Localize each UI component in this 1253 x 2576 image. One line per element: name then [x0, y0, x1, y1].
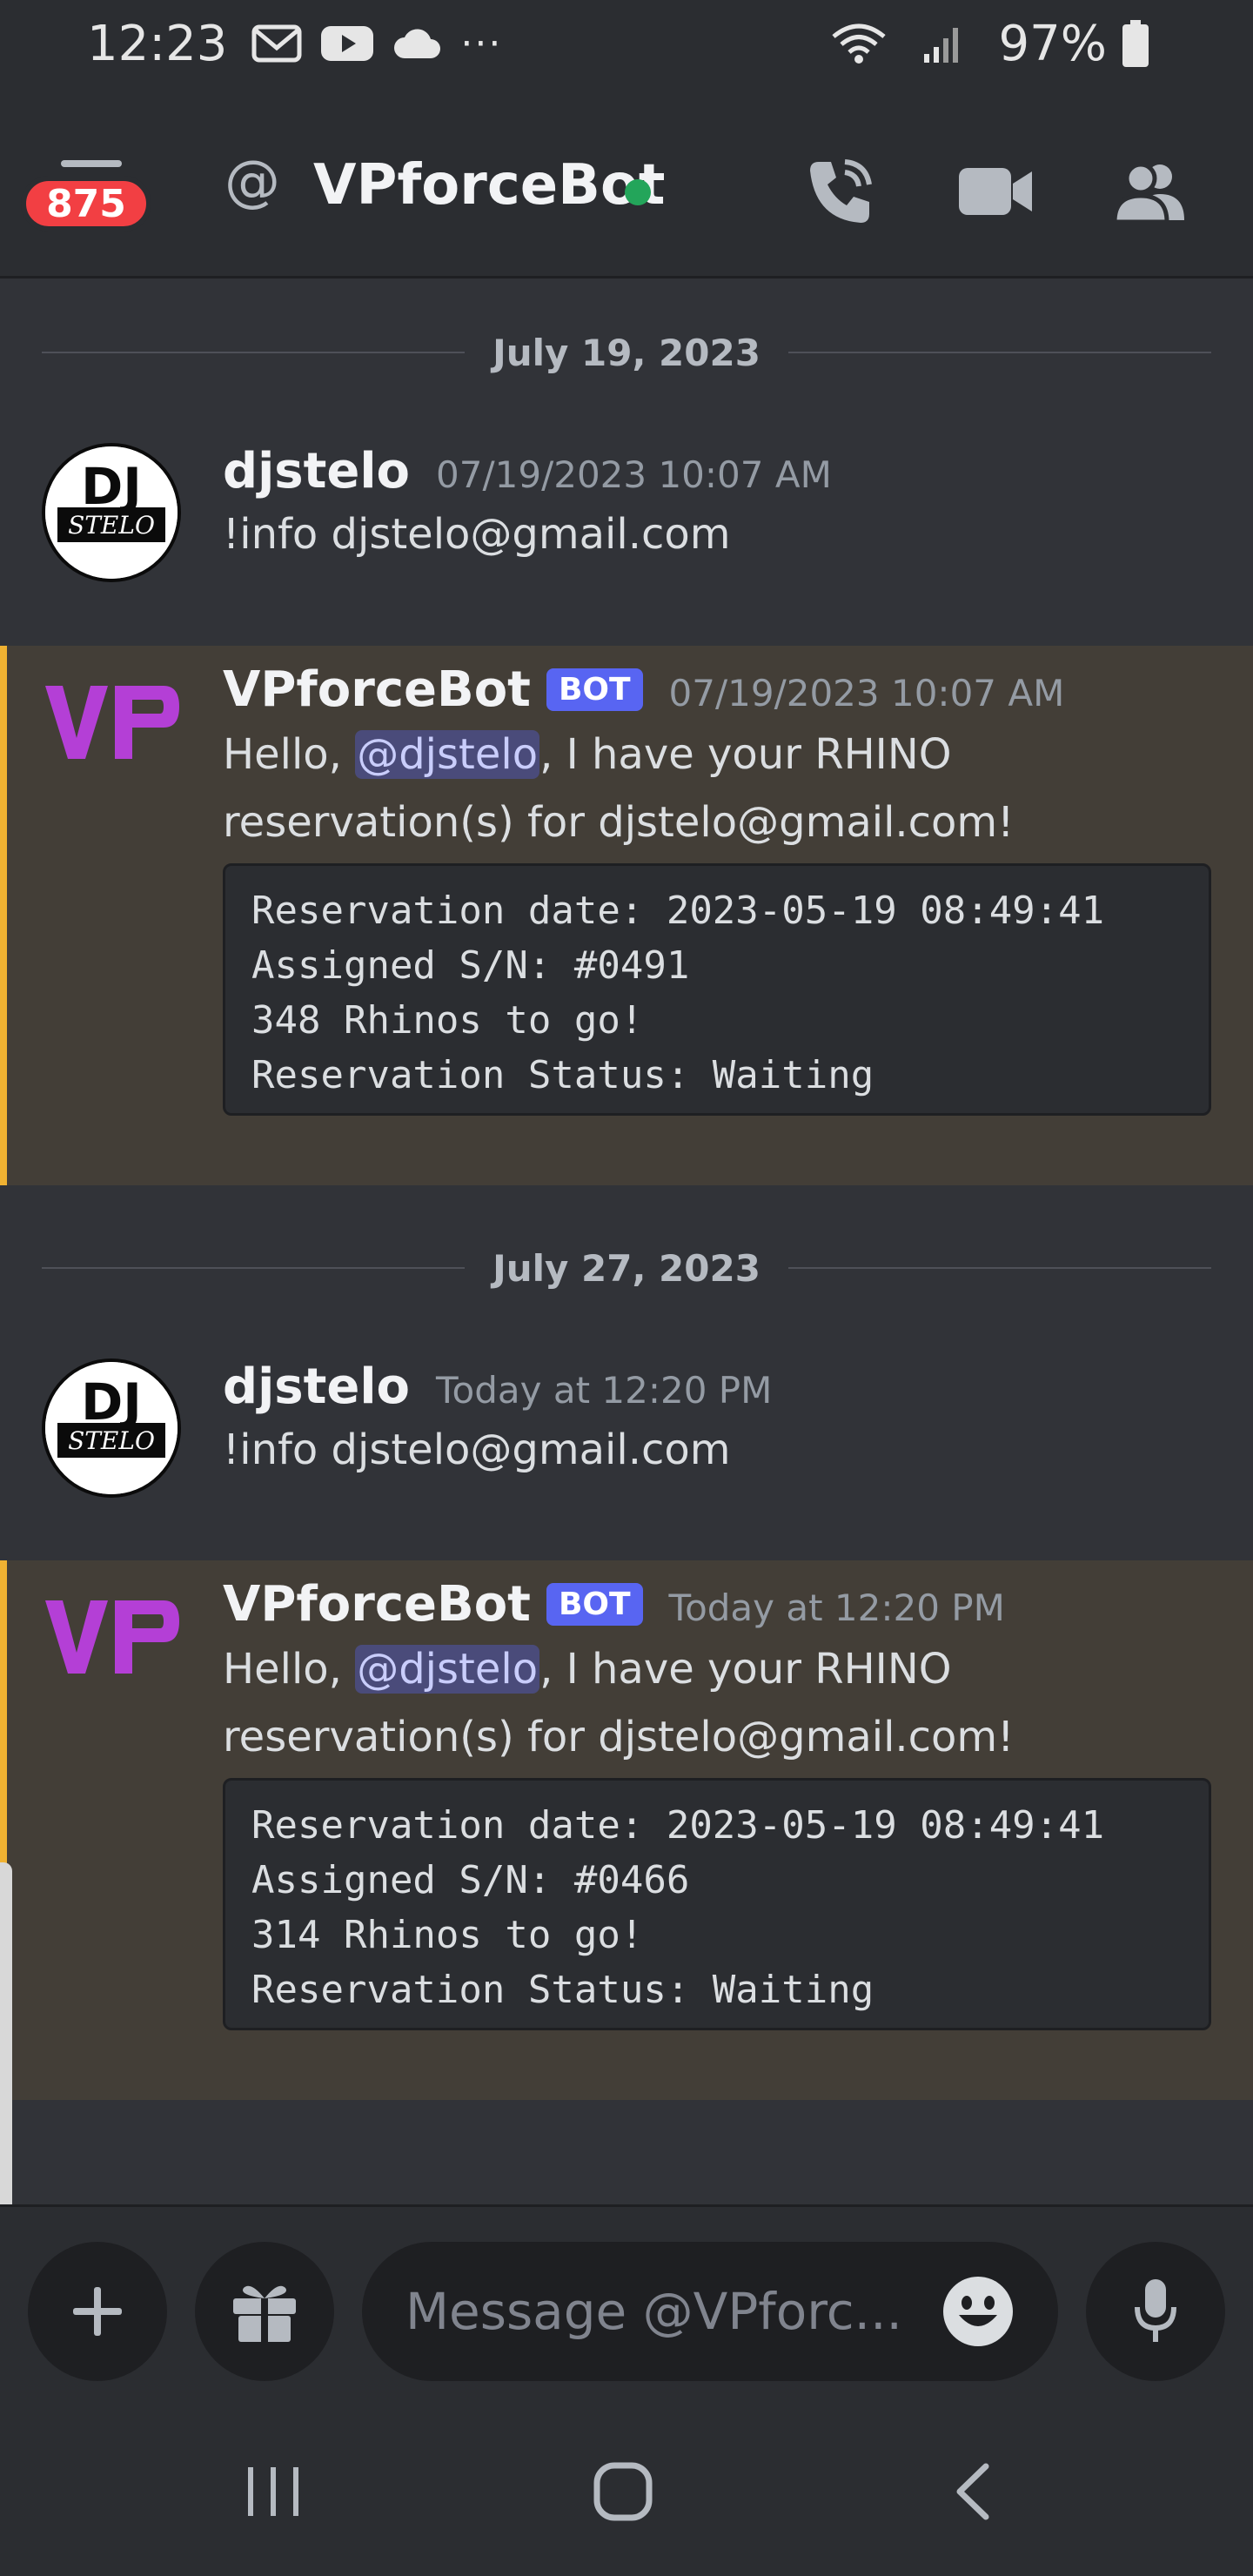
message-text: Hello, @djstelo, I have your RHINO reser… [223, 721, 1215, 856]
signal-icon [922, 23, 964, 64]
online-status-indicator [625, 179, 651, 205]
code-line: Assigned S/N: #0491 [251, 943, 690, 988]
bot-tag: BOT [546, 668, 643, 711]
voice-call-button[interactable] [796, 148, 883, 235]
clock: 12:23 [87, 15, 228, 72]
add-attachment-button[interactable] [28, 2242, 167, 2381]
gift-button[interactable] [195, 2242, 334, 2381]
recent-apps-button[interactable] [221, 2439, 325, 2544]
message-item[interactable]: DJ STELO djstelo 07/19/2023 10:07 AM !in… [0, 443, 1253, 617]
user-mention[interactable]: @djstelo [355, 730, 540, 779]
date-label: July 27, 2023 [492, 1246, 761, 1290]
message-text: !info djstelo@gmail.com [223, 1426, 731, 1474]
svg-text:DJ: DJ [81, 1372, 142, 1432]
bot-avatar[interactable] [42, 679, 181, 766]
battery-icon [1122, 20, 1149, 67]
svg-text:STELO: STELO [68, 1426, 155, 1455]
timestamp: 07/19/2023 10:07 AM [436, 453, 832, 496]
microphone-icon [1135, 2279, 1176, 2342]
code-line: Assigned S/N: #0466 [251, 1858, 690, 1902]
video-call-button[interactable] [953, 148, 1040, 235]
timestamp: Today at 12:20 PM [668, 1587, 1005, 1629]
system-navigation-bar [0, 2396, 1253, 2576]
message-item[interactable]: DJ STELO djstelo Today at 12:20 PM !info… [0, 1358, 1253, 1533]
emoji-button[interactable] [941, 2275, 1015, 2348]
plus-icon [73, 2287, 122, 2336]
svg-text:DJ: DJ [81, 457, 142, 516]
code-line: 348 Rhinos to go! [251, 998, 644, 1043]
bot-message-item[interactable]: VPforceBot BOT Today at 12:20 PM Hello, … [0, 1560, 1253, 2100]
timestamp: 07/19/2023 10:07 AM [668, 672, 1065, 714]
code-line: 314 Rhinos to go! [251, 1913, 644, 1957]
battery-percent: 97% [998, 15, 1107, 72]
code-line: Reservation date: 2023-05-19 08:49:41 [251, 889, 1105, 933]
bot-avatar[interactable] [42, 1593, 181, 1680]
user-avatar[interactable]: DJ STELO [42, 1358, 181, 1498]
cloud-icon [392, 27, 441, 60]
message-input[interactable] [405, 2282, 941, 2341]
text-segment: Hello, [223, 730, 356, 779]
member-list-button[interactable] [1105, 148, 1192, 235]
date-label: July 19, 2023 [492, 331, 761, 374]
bot-message-item[interactable]: VPforceBot BOT 07/19/2023 10:07 AM Hello… [0, 646, 1253, 1185]
gmail-icon [251, 24, 302, 63]
author-name[interactable]: VPforceBot [223, 1576, 531, 1633]
message-list[interactable]: July 19, 2023 DJ STELO djstelo 07/19/202… [0, 281, 1253, 2204]
svg-text:STELO: STELO [68, 511, 155, 540]
wifi-icon [830, 21, 888, 66]
code-block: Reservation date: 2023-05-19 08:49:41 Ass… [223, 1778, 1211, 2030]
code-block: Reservation date: 2023-05-19 08:49:41 Ass… [223, 863, 1211, 1116]
user-mention[interactable]: @djstelo [355, 1645, 540, 1694]
date-divider: July 19, 2023 [42, 326, 1211, 379]
message-composer [0, 2204, 1253, 2396]
unread-badge: 875 [21, 176, 151, 231]
channel-title[interactable]: VPforceBot [313, 153, 666, 218]
bot-tag: BOT [546, 1583, 643, 1626]
text-segment: Hello, [223, 1645, 356, 1694]
phone-call-icon [810, 159, 872, 223]
author-name[interactable]: djstelo [223, 1358, 410, 1415]
home-icon [593, 2462, 653, 2521]
more-dots: ··· [460, 21, 503, 66]
code-line: Reservation Status: Waiting [251, 1053, 874, 1097]
top-app-bar: 875 @ VPforceBot [0, 87, 1253, 278]
user-avatar[interactable]: DJ STELO [42, 443, 181, 582]
home-button[interactable] [571, 2439, 675, 2544]
message-text: Hello, @djstelo, I have your RHINO reser… [223, 1635, 1215, 1771]
recent-apps-icon [248, 2467, 298, 2516]
back-icon [956, 2463, 989, 2520]
emoji-icon [943, 2277, 1013, 2346]
timestamp: Today at 12:20 PM [436, 1369, 773, 1412]
status-bar: 12:23 ··· 97% [0, 0, 1253, 87]
vpforce-logo-icon [45, 686, 179, 759]
author-name[interactable]: djstelo [223, 443, 410, 500]
author-name[interactable]: VPforceBot [223, 661, 531, 718]
vpforce-logo-icon [45, 1600, 179, 1674]
date-divider: July 27, 2023 [42, 1242, 1211, 1294]
message-text: !info djstelo@gmail.com [223, 510, 731, 559]
members-icon [1112, 162, 1184, 224]
back-button[interactable] [921, 2439, 1025, 2544]
code-line: Reservation date: 2023-05-19 08:49:41 [251, 1803, 1105, 1848]
voice-message-button[interactable] [1086, 2242, 1225, 2381]
code-line: Reservation Status: Waiting [251, 1968, 874, 2012]
gift-icon [233, 2285, 296, 2342]
at-icon: @ [224, 150, 280, 214]
youtube-icon [321, 24, 374, 63]
message-input-container[interactable] [362, 2242, 1058, 2381]
video-camera-icon [959, 168, 1032, 215]
